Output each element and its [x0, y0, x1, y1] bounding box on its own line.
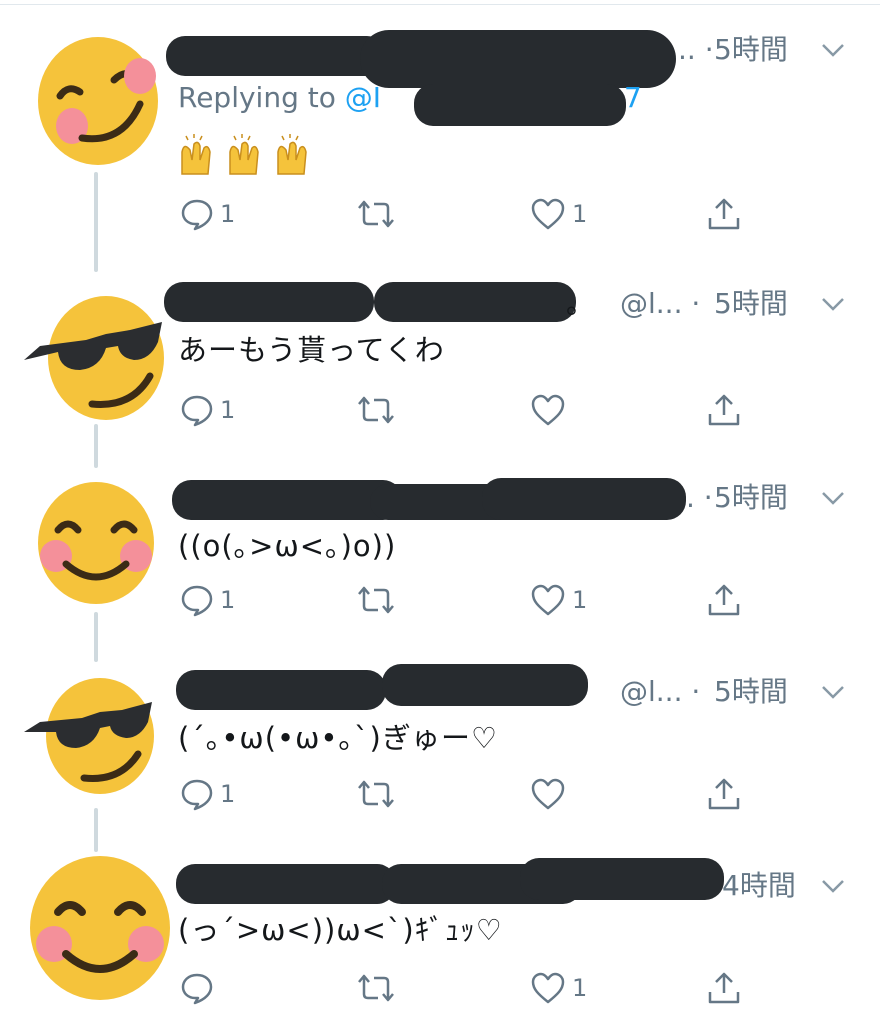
reply-count: 1 [220, 396, 236, 424]
redacted-name [176, 864, 396, 904]
redacted-name [172, 480, 402, 520]
like-button[interactable]: 1 [530, 192, 587, 236]
share-button[interactable] [706, 578, 742, 622]
redacted-name [166, 36, 386, 76]
retweet-button[interactable] [356, 966, 396, 1010]
tweet[interactable]: . · 5時間 ((o(｡>ω<｡)o)) 1 1 [0, 466, 880, 650]
timestamp[interactable]: 4時間 [722, 872, 796, 900]
redacted-handle [520, 858, 724, 900]
tweet[interactable]: .. · 5時間 Replying to @I 7 1 1 [0, 0, 880, 260]
handle-tail: @l... · [620, 675, 701, 708]
handle-tail: @l... · [620, 287, 701, 320]
replying-to: Replying to @I [178, 84, 381, 112]
reply-count: 1 [220, 780, 236, 808]
heart-icon [531, 584, 565, 616]
tweet-text: (´｡•ω(•ω•｡`)ぎゅー♡ [178, 721, 498, 755]
like-button[interactable]: 1 [530, 966, 587, 1010]
redacted-name-2 [374, 282, 576, 322]
retweet-icon [358, 780, 394, 808]
like-button[interactable]: 1 [530, 578, 587, 622]
heart-icon [531, 394, 565, 426]
share-button[interactable] [706, 192, 742, 236]
chevron-down-icon[interactable] [820, 42, 846, 58]
chevron-down-icon[interactable] [820, 296, 846, 312]
share-icon [708, 972, 740, 1004]
tweet-text: あーもう貰ってくわ [178, 333, 445, 367]
chevron-down-icon[interactable] [820, 684, 846, 700]
retweet-button[interactable] [356, 388, 396, 432]
timestamp[interactable]: 5時間 [714, 484, 788, 512]
retweet-button[interactable] [356, 192, 396, 236]
timestamp[interactable]: 5時間 [714, 678, 788, 706]
share-button[interactable] [706, 966, 742, 1010]
redacted-name-2 [382, 664, 588, 706]
chevron-down-icon[interactable] [820, 490, 846, 506]
reply-button[interactable]: 1 [180, 578, 235, 622]
avatar[interactable] [36, 34, 160, 168]
share-icon [708, 584, 740, 616]
timestamp[interactable]: 5時間 [714, 36, 788, 64]
redacted-name [176, 670, 386, 710]
reply-icon [181, 395, 213, 427]
reply-icon [181, 973, 213, 1005]
name-suffix: 。 [566, 287, 595, 320]
share-icon [708, 394, 740, 426]
share-button[interactable] [706, 772, 742, 816]
timestamp[interactable]: 5時間 [714, 290, 788, 318]
raising-hands-emoji [181, 134, 307, 175]
redacted-handle [482, 478, 686, 520]
like-count: 1 [572, 586, 588, 614]
reply-button[interactable]: 1 [180, 772, 235, 816]
like-button[interactable] [530, 772, 572, 816]
retweet-button[interactable] [356, 772, 396, 816]
share-icon [708, 778, 740, 810]
retweet-icon [358, 396, 394, 424]
retweet-icon [358, 586, 394, 614]
redacted-name [164, 282, 374, 322]
reply-button[interactable] [180, 966, 220, 1010]
chevron-down-icon[interactable] [820, 878, 846, 894]
reply-icon [181, 779, 213, 811]
like-count: 1 [572, 200, 588, 228]
reply-count: 1 [220, 586, 236, 614]
replying-to-label: Replying to [178, 81, 336, 114]
share-button[interactable] [706, 388, 742, 432]
tweet[interactable]: 。 @l... · 5時間 あーもう貰ってくわ 1 [0, 270, 880, 450]
reply-mention[interactable]: @I [345, 81, 381, 114]
retweet-button[interactable] [356, 578, 396, 622]
reply-icon [181, 585, 213, 617]
reply-icon [181, 199, 213, 231]
tweet[interactable]: @l... · 5時間 (´｡•ω(•ω•｡`)ぎゅー♡ 1 [0, 660, 880, 844]
reply-mention-tail[interactable]: 7 [624, 84, 642, 112]
handle-tail: .. · [678, 33, 714, 66]
redacted-mention [414, 84, 626, 126]
reply-button[interactable]: 1 [180, 192, 235, 236]
retweet-icon [358, 974, 394, 1002]
reply-count: 1 [220, 200, 236, 228]
redacted-handle [360, 30, 676, 88]
like-count: 1 [572, 974, 588, 1002]
share-icon [708, 198, 740, 230]
reply-button[interactable]: 1 [180, 388, 235, 432]
heart-icon [531, 972, 565, 1004]
heart-icon [531, 198, 565, 230]
handle-tail: . · [686, 481, 713, 514]
heart-icon [531, 778, 565, 810]
tweet-text: ((o(｡>ω<｡)o)) [178, 529, 397, 563]
tweet-text: (っ´>ω<))ω<`)ｷﾞｭｯ♡ [178, 913, 503, 947]
tweet[interactable]: 4時間 (っ´>ω<))ω<`)ｷﾞｭｯ♡ 1 [0, 852, 880, 1024]
like-button[interactable] [530, 388, 572, 432]
retweet-icon [358, 200, 394, 228]
